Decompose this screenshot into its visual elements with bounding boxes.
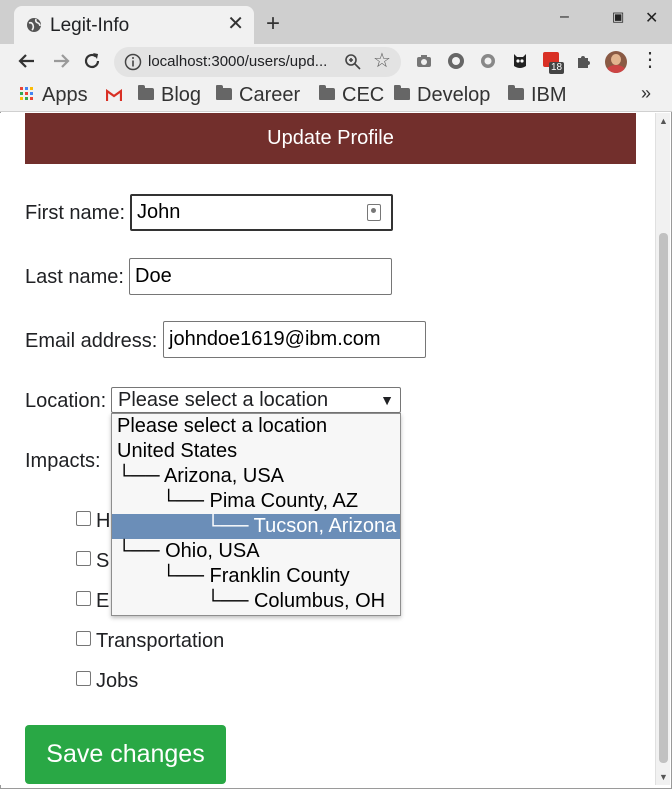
new-tab-icon[interactable]: + — [266, 12, 280, 36]
impact-label: H — [96, 510, 111, 532]
page-content: Update Profile First name: John Last nam… — [0, 113, 655, 785]
maximize-icon[interactable]: ▣ — [612, 9, 624, 25]
location-select[interactable]: Please select a location ▼ — [111, 387, 401, 413]
camera-icon[interactable] — [415, 52, 433, 70]
folder-icon — [319, 85, 335, 100]
impact-checkbox[interactable] — [76, 551, 91, 566]
email-label: Email address: — [25, 330, 158, 352]
globe-icon — [27, 18, 41, 32]
last-name-value: Doe — [135, 265, 172, 287]
bookmark-develop[interactable]: Develop — [394, 84, 490, 107]
bookmark-blog[interactable]: Blog — [138, 84, 201, 107]
impact-checkbox-jobs[interactable] — [76, 671, 91, 686]
scrollbar-thumb[interactable] — [659, 233, 668, 763]
location-selected-value: Please select a location — [118, 389, 329, 411]
bookmark-label: Develop — [417, 84, 491, 106]
calendar-extension-icon[interactable]: 18 — [543, 52, 565, 74]
location-dropdown-list: Please select a location United States └… — [111, 413, 401, 616]
more-bookmarks-icon[interactable]: » — [641, 83, 651, 104]
minimize-icon[interactable]: ‒ — [560, 8, 569, 26]
last-name-field[interactable]: Doe — [129, 258, 392, 295]
browser-toolbar: localhost:3000/users/upd... ☆ 18 ⋮ — [0, 44, 672, 80]
chevron-down-icon: ▼ — [380, 392, 394, 408]
bookmark-label: Apps — [42, 84, 88, 106]
first-name-field[interactable]: John — [130, 194, 393, 231]
tab-title: Legit-Info — [50, 15, 130, 36]
location-option[interactable]: Please select a location — [112, 414, 400, 439]
bookmark-label: Blog — [161, 84, 202, 106]
bookmark-cec[interactable]: CEC — [319, 84, 384, 107]
bookmark-apps[interactable]: Apps — [20, 84, 88, 107]
save-changes-button[interactable]: Save changes — [25, 725, 226, 784]
bookmark-ibm[interactable]: IBM — [508, 84, 567, 107]
bookmark-label: IBM — [531, 84, 567, 106]
location-option[interactable]: └── Ohio, USA — [112, 539, 400, 564]
location-option[interactable]: └── Franklin County — [112, 564, 400, 589]
bookmark-label: CEC — [342, 84, 385, 106]
extension-badge: 18 — [549, 62, 565, 74]
reload-icon[interactable] — [81, 50, 103, 72]
scroll-up-arrow-icon[interactable]: ▲ — [659, 116, 668, 126]
folder-icon — [394, 85, 410, 100]
url-text[interactable]: localhost:3000/users/upd... — [148, 53, 327, 70]
impact-label: E — [96, 590, 110, 612]
bookmark-label: Career — [239, 84, 301, 106]
impact-checkbox-transportation[interactable] — [76, 631, 91, 646]
autofill-contact-icon[interactable] — [367, 204, 381, 221]
back-arrow-icon[interactable] — [16, 50, 38, 72]
menu-dots-icon[interactable]: ⋮ — [640, 48, 660, 72]
first-name-label: First name: — [25, 202, 126, 224]
profile-avatar[interactable] — [605, 51, 627, 73]
gmail-icon — [105, 88, 123, 101]
folder-icon — [216, 85, 232, 100]
impacts-label: Impacts: — [25, 450, 101, 472]
impact-checkbox[interactable] — [76, 511, 91, 526]
location-option[interactable]: └── Columbus, OH — [112, 589, 400, 614]
bookmark-career[interactable]: Career — [216, 84, 300, 107]
email-field[interactable]: johndoe1619@ibm.com — [163, 321, 426, 358]
page-scrollbar[interactable]: ▲ ▼ — [655, 113, 670, 785]
forward-arrow-icon[interactable] — [50, 50, 72, 72]
location-option[interactable]: United States — [112, 439, 400, 464]
folder-icon — [508, 85, 524, 100]
address-bar[interactable]: localhost:3000/users/upd... ☆ — [114, 47, 401, 77]
impact-label: S — [96, 550, 110, 572]
extension-ring-icon[interactable] — [479, 52, 497, 70]
location-option[interactable]: └── Arizona, USA — [112, 464, 400, 489]
page-header: Update Profile — [25, 113, 636, 164]
folder-icon — [138, 85, 154, 100]
last-name-label: Last name: — [25, 266, 124, 288]
owl-extension-icon[interactable] — [511, 52, 529, 70]
apps-grid-icon — [20, 86, 33, 100]
impact-label: Transportation — [96, 630, 225, 652]
location-label: Location: — [25, 390, 107, 412]
extensions-puzzle-icon[interactable] — [575, 52, 593, 70]
bookmark-star-icon[interactable]: ☆ — [373, 51, 391, 71]
close-window-icon[interactable]: ✕ — [645, 8, 658, 28]
bookmark-gmail[interactable] — [105, 85, 123, 108]
extension-circle-icon[interactable] — [447, 52, 465, 70]
location-option[interactable]: └── Pima County, AZ — [112, 489, 400, 514]
tab-legit-info[interactable]: Legit-Info ✕ — [14, 6, 254, 44]
zoom-icon[interactable] — [344, 53, 362, 71]
location-option-highlighted[interactable]: └── Tucson, Arizona — [112, 514, 400, 539]
site-info-icon[interactable] — [124, 53, 142, 71]
scroll-down-arrow-icon[interactable]: ▼ — [659, 772, 668, 782]
bookmarks-bar: Apps Blog Career CEC Develop IBM » — [0, 80, 672, 112]
close-tab-icon[interactable]: ✕ — [227, 14, 244, 34]
impact-checkbox[interactable] — [76, 591, 91, 606]
first-name-value: John — [137, 201, 181, 223]
impact-label: Jobs — [96, 670, 139, 692]
tab-strip: Legit-Info ✕ + ‒ ▣ ✕ — [0, 0, 672, 44]
email-value: johndoe1619@ibm.com — [169, 328, 381, 350]
